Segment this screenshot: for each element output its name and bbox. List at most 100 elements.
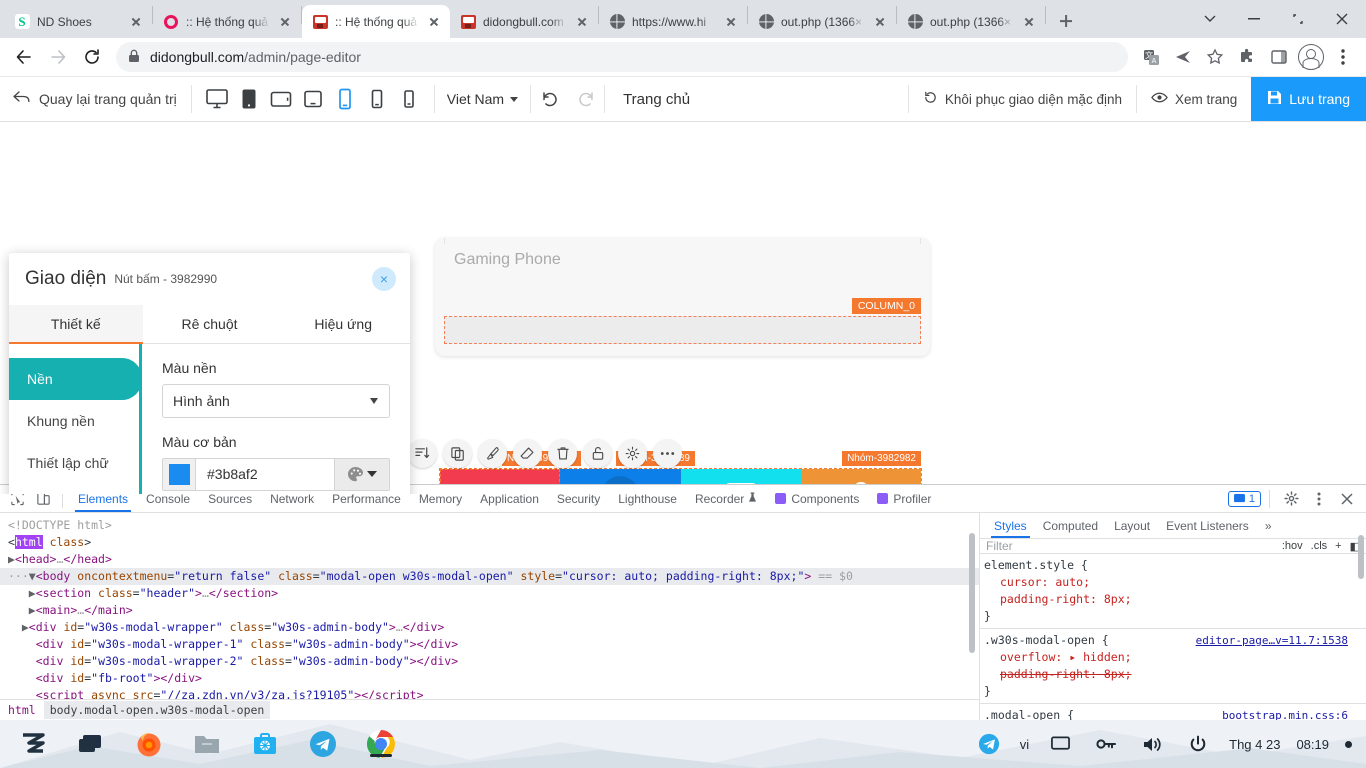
device-desktop-icon[interactable] — [202, 84, 232, 114]
device-tablet-small-icon[interactable] — [298, 84, 328, 114]
copy-icon[interactable] — [443, 439, 472, 468]
new-tab-button[interactable] — [1052, 7, 1080, 35]
language-indicator[interactable]: vi — [1020, 737, 1029, 752]
tab-close-icon[interactable] — [1021, 14, 1037, 30]
brush-icon[interactable] — [478, 439, 507, 468]
tab-close-icon[interactable] — [277, 14, 293, 30]
gear-icon[interactable] — [618, 439, 647, 468]
dom-child-fb-root[interactable]: <div id="fb-root"></div> — [0, 670, 979, 687]
software-icon[interactable] — [250, 729, 280, 759]
styles-scrollbar[interactable] — [1358, 535, 1364, 579]
dom-child-modal-wrapper[interactable]: ▶<div id="w30s-modal-wrapper" class="w30… — [0, 619, 979, 636]
reload-icon[interactable] — [76, 41, 108, 73]
settings-gear-icon[interactable] — [1278, 486, 1304, 512]
tab-close-icon[interactable] — [574, 14, 590, 30]
browser-tab-6[interactable]: out.php (1366× — [897, 5, 1045, 38]
dom-child-main[interactable]: ▶<main>…</main> — [0, 602, 979, 619]
devtools-tab-components[interactable]: Components — [766, 485, 868, 512]
device-tablet-landscape-icon[interactable] — [266, 84, 296, 114]
tab-search-icon[interactable] — [1188, 2, 1232, 36]
tab-close-icon[interactable] — [426, 14, 442, 30]
style-declaration[interactable]: padding-right: 8px; — [984, 591, 1366, 608]
notification-dot-icon[interactable] — [1345, 740, 1352, 748]
device-mobile-large-icon[interactable] — [330, 84, 360, 114]
styles-tab-styles[interactable]: Styles — [986, 513, 1035, 538]
style-source-link[interactable]: editor-page…v=11.7:1538 — [1196, 632, 1348, 649]
browser-tab-2[interactable]: :: Hệ thống quả — [302, 5, 450, 38]
tab-close-icon[interactable] — [723, 14, 739, 30]
browser-tab-5[interactable]: out.php (1366× — [748, 5, 896, 38]
browser-tab-1[interactable]: :: Hệ thống quả — [153, 5, 301, 38]
tab-close-icon[interactable] — [872, 14, 888, 30]
dom-head[interactable]: ▶<head>…</head> — [0, 551, 979, 568]
device-mobile-small-icon[interactable] — [394, 84, 424, 114]
extensions-icon[interactable] — [1232, 42, 1262, 72]
save-page-button[interactable]: Lưu trang — [1251, 77, 1366, 121]
maximize-icon[interactable] — [1276, 2, 1320, 36]
sort-icon[interactable] — [408, 439, 437, 468]
telegram-icon[interactable] — [308, 729, 338, 759]
dom-child-script[interactable]: <script async src="//za.zdn.vn/v3/za.js?… — [0, 687, 979, 699]
column-outline[interactable]: COLUMN_0 — [444, 298, 921, 344]
power-icon[interactable] — [1183, 729, 1213, 759]
devtools-close-icon[interactable] — [1334, 486, 1360, 512]
dom-body[interactable]: ···▼<body oncontextmenu="return false" c… — [0, 568, 979, 585]
firefox-icon[interactable] — [134, 729, 164, 759]
new-style-rule-icon[interactable]: + — [1335, 540, 1341, 552]
minimize-icon[interactable] — [1232, 2, 1276, 36]
cls-toggle[interactable]: .cls — [1311, 540, 1328, 552]
profile-avatar-icon[interactable] — [1296, 42, 1326, 72]
bookmark-star-icon[interactable] — [1200, 42, 1230, 72]
device-mobile-medium-icon[interactable] — [362, 84, 392, 114]
device-tablet-portrait-icon[interactable] — [234, 84, 264, 114]
tab-hieu-ung[interactable]: Hiệu ứng — [276, 305, 410, 343]
style-rule-w30s-modal-open[interactable]: .w30s-modal-open { editor-page…v=11.7:15… — [980, 629, 1366, 704]
eraser-icon[interactable] — [513, 439, 542, 468]
dom-tree[interactable]: <!DOCTYPE html> <html class> ▶<head>…</h… — [0, 513, 979, 699]
send-icon[interactable] — [1168, 42, 1198, 72]
chrome-icon[interactable] — [366, 729, 396, 759]
hex-input[interactable]: #3b8af2 — [196, 458, 334, 490]
bg-color-select[interactable]: Hình ảnh — [162, 383, 390, 418]
sidebar-item-thiet-lap-chu[interactable]: Thiết lập chữ — [9, 442, 139, 484]
country-select[interactable]: Viet Nam — [435, 77, 530, 121]
styles-filter-input[interactable]: Filter — [986, 539, 1274, 553]
sidebar-item-do-bong-chu[interactable]: Đổ bóng chữ — [9, 484, 139, 494]
browser-tab-0[interactable]: S ND Shoes — [4, 5, 152, 38]
trash-icon[interactable] — [548, 439, 577, 468]
devtools-more-icon[interactable] — [1306, 486, 1332, 512]
breadcrumb-body[interactable]: body.modal-open.w30s-modal-open — [43, 700, 271, 719]
breadcrumb-html[interactable]: html — [8, 703, 36, 717]
restore-default-button[interactable]: Khôi phục giao diện mặc định — [909, 77, 1136, 121]
chrome-menu-icon[interactable] — [1328, 42, 1358, 72]
devtools-tab-security[interactable]: Security — [548, 485, 609, 512]
undo-button[interactable] — [531, 77, 567, 121]
dom-child-modal-wrapper-1[interactable]: <div id="w30s-modal-wrapper-1" class="w3… — [0, 636, 979, 653]
translate-icon[interactable]: 文A — [1136, 42, 1166, 72]
sidepanel-icon[interactable] — [1264, 42, 1294, 72]
volume-icon[interactable] — [1137, 729, 1167, 759]
style-declaration[interactable]: overflow: ▸ hidden; — [984, 649, 1366, 666]
display-icon[interactable] — [1045, 729, 1075, 759]
tab-re-chuot[interactable]: Rê chuột — [143, 305, 277, 343]
devtools-tab-application[interactable]: Application — [471, 485, 548, 512]
more-icon[interactable] — [653, 439, 682, 468]
browser-tab-4[interactable]: https://www.hi — [599, 5, 747, 38]
devtools-tab-memory[interactable]: Memory — [410, 485, 471, 512]
windows-icon[interactable] — [76, 729, 106, 759]
sidebar-item-nen[interactable]: Nền — [9, 357, 142, 400]
forward-icon[interactable] — [42, 41, 74, 73]
color-swatch-button[interactable] — [163, 458, 196, 490]
devtools-tab-recorder[interactable]: Recorder — [686, 485, 766, 512]
dom-html-open[interactable]: <html class> — [0, 534, 979, 551]
style-declaration[interactable]: cursor: auto; — [984, 574, 1366, 591]
dom-scrollbar[interactable] — [969, 533, 975, 653]
back-icon[interactable] — [8, 41, 40, 73]
base-color-field[interactable]: #3b8af2 — [162, 457, 390, 491]
devtools-tab-lighthouse[interactable]: Lighthouse — [609, 485, 686, 512]
redo-button[interactable] — [568, 77, 604, 121]
close-icon[interactable]: × — [372, 267, 396, 291]
devtools-tab-profiler[interactable]: Profiler — [868, 485, 940, 512]
address-bar[interactable]: didongbull.com/admin/page-editor — [116, 42, 1128, 72]
palette-picker-button[interactable] — [334, 458, 389, 490]
